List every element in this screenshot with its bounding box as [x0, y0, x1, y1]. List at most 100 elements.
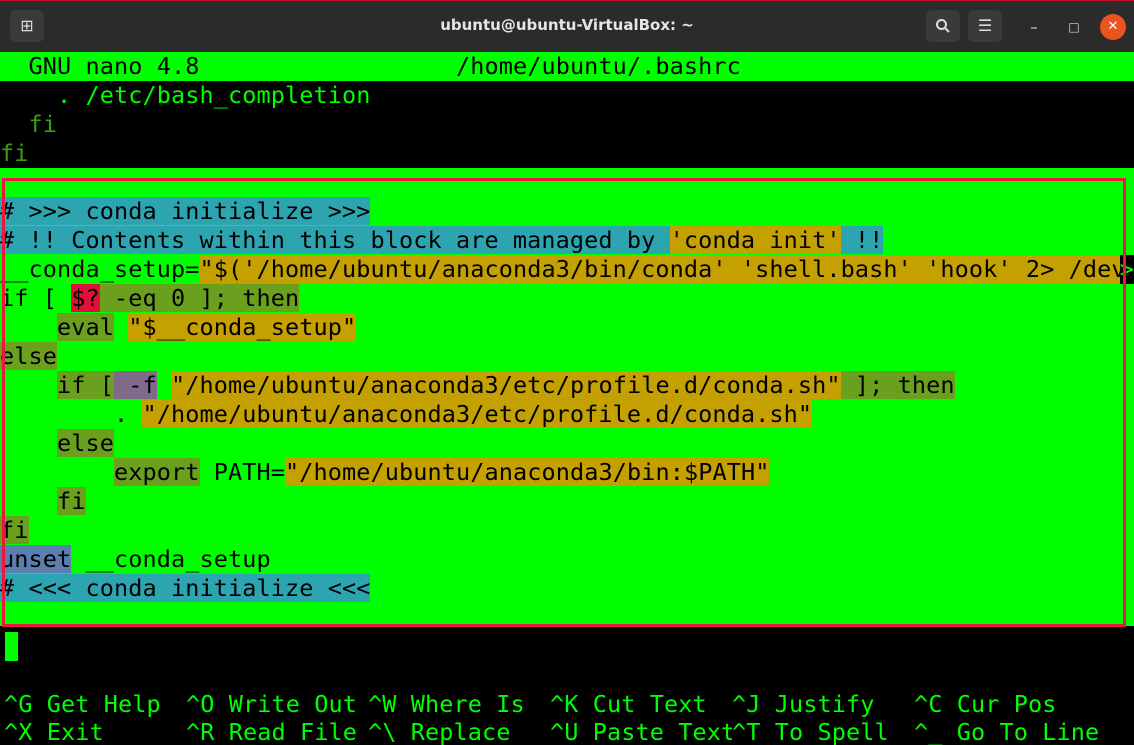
shortcut-key: ^\	[368, 718, 397, 745]
code-line[interactable]: __conda_setup="$('/home/ubuntu/anaconda3…	[0, 255, 1134, 284]
nano-header: GNU nano 4.8 /home/ubuntu/.bashrc	[0, 52, 1134, 81]
code-text: fi	[0, 110, 57, 138]
shortcut-label: To Spell	[774, 718, 889, 745]
shortcut-cur-pos[interactable]: ^C Cur Pos	[914, 690, 1057, 719]
code-text: . /etc/bash_completion	[0, 81, 371, 109]
shortcut-justify[interactable]: ^J Justify	[732, 690, 875, 719]
comment-text: # !! Contents within this block are mana…	[0, 226, 670, 254]
shortcut-read-file[interactable]: ^R Read File	[186, 718, 357, 745]
shortcut-paste-text[interactable]: ^U Paste Text	[550, 718, 735, 745]
shortcut-key: ^_	[914, 718, 943, 745]
code-line[interactable]: if [ $? -eq 0 ]; then	[0, 284, 1134, 313]
shortcut-label: Where Is	[410, 690, 525, 718]
shortcut-key: ^G	[4, 690, 33, 718]
string-text: 'conda init'	[669, 226, 841, 254]
menu-icon: ☰	[977, 16, 993, 35]
shortcut-label: Read File	[228, 718, 357, 745]
shortcut-label: Get Help	[46, 690, 161, 718]
code-text: .	[0, 400, 143, 428]
code-line[interactable]: export PATH="/home/ubuntu/anaconda3/bin:…	[0, 458, 1134, 487]
keyword-text: then	[242, 284, 300, 312]
line-overflow-marker: >	[1119, 255, 1134, 284]
keyword-text: fi	[57, 487, 86, 515]
comment-text: !!	[840, 226, 884, 254]
code-line[interactable]: fi	[0, 139, 1134, 168]
nano-editor[interactable]: GNU nano 4.8 /home/ubuntu/.bashrc . /etc…	[0, 52, 1134, 745]
keyword-text: then	[897, 371, 955, 399]
shortcut-key: ^K	[550, 690, 579, 718]
shortcut-label: Exit	[46, 718, 104, 745]
code-line[interactable]: unset __conda_setup	[0, 545, 1134, 574]
code-line[interactable]: fi	[0, 516, 1134, 545]
shortcut-label: Cut Text	[592, 690, 707, 718]
terminal-window: ⊞ ubuntu@ubuntu-VirtualBox: ~ ☰ – □ ✕ GN…	[0, 0, 1134, 745]
maximize-button[interactable]: □	[1062, 15, 1086, 39]
code-line[interactable]: eval "$__conda_setup"	[0, 313, 1134, 342]
blank-line	[0, 603, 1134, 626]
code-line[interactable]: . /etc/bash_completion	[0, 81, 1134, 110]
window-title: ubuntu@ubuntu-VirtualBox: ~	[440, 16, 694, 34]
code-line[interactable]: else	[0, 342, 1134, 371]
shortcut-go-to-line[interactable]: ^_ Go To Line	[914, 718, 1099, 745]
string-text: "/home/ubuntu/anaconda3/etc/profile.d/co…	[142, 400, 813, 428]
shortcut-where-is[interactable]: ^W Where Is	[368, 690, 525, 719]
comment-text: # <<< conda initialize <<<	[0, 574, 371, 602]
shortcut-cut-text[interactable]: ^K Cut Text	[550, 690, 707, 719]
variable-text: $?	[71, 284, 100, 312]
string-text: "/home/ubuntu/anaconda3/etc/profile.d/co…	[171, 371, 841, 399]
shortcut-label: Write Out	[228, 690, 357, 718]
keyword-text: else	[0, 342, 57, 370]
blank-line	[0, 168, 1134, 182]
text-cursor	[5, 632, 18, 661]
code-line[interactable]: fi	[0, 487, 1134, 516]
shortcut-exit[interactable]: ^X Exit	[4, 718, 104, 745]
code-text: if [	[0, 284, 72, 312]
code-line[interactable]: # !! Contents within this block are mana…	[0, 226, 1134, 255]
string-text: "$('/home/ubuntu/anaconda3/bin/conda' 's…	[199, 255, 1126, 283]
shortcut-key: ^C	[914, 690, 943, 718]
shortcut-replace[interactable]: ^\ Replace	[368, 718, 511, 745]
menu-button[interactable]: ☰	[968, 10, 1002, 42]
code-line[interactable]: # <<< conda initialize <<<	[0, 574, 1134, 603]
title-bar[interactable]: ⊞ ubuntu@ubuntu-VirtualBox: ~ ☰ – □ ✕	[0, 0, 1134, 52]
shortcut-label: Justify	[774, 690, 875, 718]
close-icon: ✕	[1107, 19, 1119, 34]
keyword-text: if [	[57, 371, 114, 399]
shortcut-write-out[interactable]: ^O Write Out	[186, 690, 357, 719]
code-text: ];	[840, 371, 898, 399]
nano-version: GNU nano 4.8	[28, 52, 200, 80]
minimize-icon: –	[1030, 18, 1038, 36]
maximize-icon: □	[1068, 20, 1080, 34]
code-line[interactable]: # >>> conda initialize >>>	[0, 197, 1134, 226]
minimize-button[interactable]: –	[1022, 15, 1046, 39]
code-line[interactable]: else	[0, 429, 1134, 458]
shortcut-to-spell[interactable]: ^T To Spell	[732, 718, 889, 745]
keyword-text: unset	[0, 545, 72, 573]
code-line[interactable]: if [ -f "/home/ubuntu/anaconda3/etc/prof…	[0, 371, 1134, 400]
shortcut-key: ^T	[732, 718, 761, 745]
shortcut-label: Replace	[410, 718, 511, 745]
code-line[interactable]: . "/home/ubuntu/anaconda3/etc/profile.d/…	[0, 400, 1134, 429]
code-text: __conda_setup	[71, 545, 271, 573]
search-button[interactable]	[926, 10, 960, 42]
nano-filename: /home/ubuntu/.bashrc	[455, 52, 741, 80]
shortcut-label: Go To Line	[956, 718, 1100, 745]
code-text: -eq 0 ];	[99, 284, 243, 312]
keyword-text: eval	[57, 313, 114, 341]
string-text: "/home/ubuntu/anaconda3/bin:$PATH"	[285, 458, 770, 486]
code-line[interactable]: fi	[0, 110, 1134, 139]
code-text: PATH=	[199, 458, 285, 486]
code-text: __conda_setup=	[0, 255, 200, 283]
keyword-text: else	[57, 429, 114, 457]
shortcut-get-help[interactable]: ^G Get Help	[4, 690, 161, 719]
code-text: fi	[0, 139, 29, 167]
shortcut-key: ^X	[4, 718, 33, 745]
shortcut-key: ^W	[368, 690, 397, 718]
close-button[interactable]: ✕	[1100, 14, 1126, 40]
